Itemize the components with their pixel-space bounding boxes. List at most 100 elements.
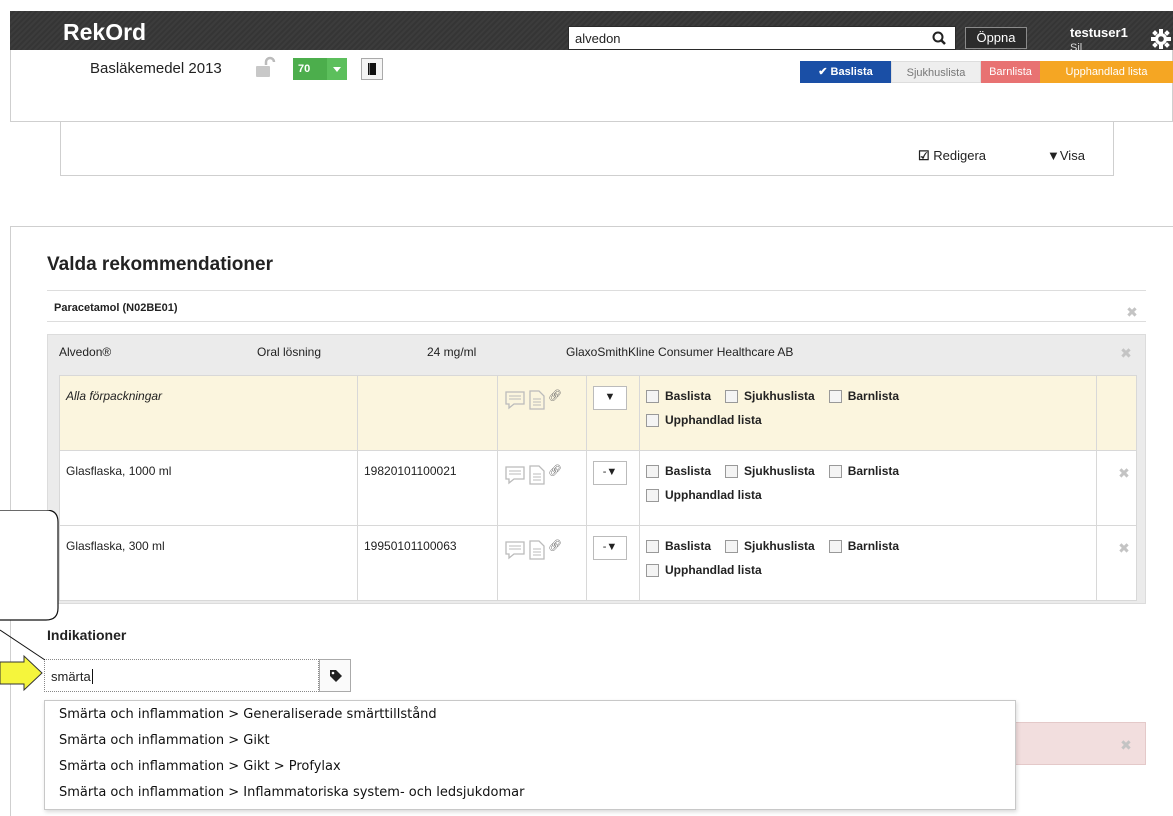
package-name: Glasflaska, 1000 ml <box>59 450 358 526</box>
show-button[interactable]: ▼Visa <box>1047 148 1085 163</box>
close-icon[interactable]: ✖ <box>1120 738 1132 752</box>
comment-icon[interactable] <box>504 464 526 489</box>
show-label: Visa <box>1059 148 1085 163</box>
count-value: 70 <box>298 63 311 75</box>
package-name: Glasflaska, 300 ml <box>59 525 358 601</box>
comment-icon[interactable] <box>504 389 526 414</box>
autocomplete-list: Smärta och inflammation > Generaliserade… <box>44 700 1016 810</box>
search-input[interactable]: alvedon <box>568 26 956 50</box>
status-select[interactable]: ▼ <box>593 386 627 410</box>
caret-down-icon: ▼ <box>1047 148 1060 163</box>
checkbox-baslista[interactable] <box>646 464 659 478</box>
close-icon[interactable]: ✖ <box>1118 541 1130 555</box>
text-cursor <box>91 669 93 684</box>
document-icon[interactable] <box>528 539 546 564</box>
status-select[interactable]: -▼ <box>593 536 627 560</box>
tab-barnlista[interactable]: Barnlista <box>981 61 1040 83</box>
checkbox-label: Baslista <box>665 464 712 478</box>
unlock-icon[interactable] <box>255 56 277 80</box>
status-select-cell: ▼ <box>586 375 640 451</box>
gear-icon[interactable] <box>1150 28 1172 50</box>
checkbox-label: Barnlista <box>847 464 900 478</box>
indication-input[interactable]: smärta <box>44 659 319 692</box>
package-nr: 19820101100021 <box>357 450 498 526</box>
checkbox-barnlista[interactable] <box>828 464 842 478</box>
caret-down-icon: ▼ <box>604 391 616 403</box>
drug-strength: 24 mg/ml <box>427 345 477 359</box>
row-action <box>1096 375 1137 451</box>
username[interactable]: testuser1 <box>1070 25 1128 40</box>
link-icon[interactable]: 🔗︎ <box>548 464 562 477</box>
status-select[interactable]: -▼ <box>593 461 627 485</box>
checkbox-label: Sjukhuslista <box>744 539 815 553</box>
status-select-cell: -▼ <box>586 450 640 526</box>
document-icon[interactable] <box>528 464 546 489</box>
list-item[interactable]: Smärta och inflammation > Generaliserade… <box>59 707 437 722</box>
drug-company: GlaxoSmithKline Consumer Healthcare AB <box>566 345 794 359</box>
checkbox-barnlista[interactable] <box>828 389 842 403</box>
count-dropdown-button[interactable] <box>327 58 347 80</box>
list-title: Basläkemedel 2013 <box>90 60 222 77</box>
tab-baslista[interactable]: ✔ Baslista <box>800 61 891 83</box>
substance-label: Paracetamol (N02BE01) <box>54 302 178 314</box>
drug-name: Alvedon® <box>59 345 112 359</box>
package-name: Alla förpackningar <box>59 375 358 451</box>
book-icon[interactable] <box>361 58 383 80</box>
substance-header <box>47 290 1146 322</box>
checkbox-upphandlad[interactable] <box>646 488 659 502</box>
checkbox-label: Upphandlad lista <box>665 413 762 427</box>
checkbox-upphandlad[interactable] <box>646 413 659 427</box>
checkbox-sjukhuslista[interactable] <box>725 464 739 478</box>
checkbox-barnlista[interactable] <box>828 539 842 553</box>
close-icon[interactable]: ✖ <box>1120 346 1132 360</box>
checkbox-baslista[interactable] <box>646 539 659 553</box>
document-icon[interactable] <box>528 389 546 414</box>
caret-down-icon: ▼ <box>606 541 618 553</box>
close-icon[interactable]: ✖ <box>1126 305 1138 319</box>
edit-button[interactable]: ☑ Redigera <box>918 148 986 164</box>
status-select-cell: -▼ <box>586 525 640 601</box>
edit-icon: ☑ <box>918 148 930 163</box>
callout-arrow <box>0 510 59 692</box>
package-nr <box>357 375 498 451</box>
checkbox-sjukhuslista[interactable] <box>725 539 739 553</box>
edit-label: Redigera <box>933 148 987 163</box>
table-row: Alla förpackningar 🔗︎ ▼ Baslista Sjukhus… <box>59 375 1137 451</box>
table-row: Glasflaska, 1000 ml 19820101100021 🔗︎ -▼… <box>59 450 1137 526</box>
search-icon[interactable] <box>930 30 950 48</box>
package-icons: 🔗︎ <box>497 375 587 451</box>
page-title: Valda rekommendationer <box>47 254 273 275</box>
list-item[interactable]: Smärta och inflammation > Gikt <box>59 733 270 748</box>
close-icon[interactable]: ✖ <box>1118 466 1130 480</box>
link-icon[interactable]: 🔗︎ <box>548 539 562 552</box>
tag-icon[interactable] <box>319 659 351 692</box>
app-logo[interactable]: RekOrd <box>63 19 146 46</box>
checkbox-label: Upphandlad lista <box>665 563 762 577</box>
list-checkboxes: Baslista Sjukhuslista Barnlista Upphandl… <box>639 525 1097 601</box>
package-icons: 🔗︎ <box>497 450 587 526</box>
tab-sjukhuslista[interactable]: Sjukhuslista <box>891 61 981 83</box>
checkbox-label: Baslista <box>665 389 712 403</box>
checkbox-label: Sjukhuslista <box>744 464 815 478</box>
checkbox-baslista[interactable] <box>646 389 659 403</box>
comment-icon[interactable] <box>504 539 526 564</box>
open-button[interactable]: Öppna <box>965 27 1027 49</box>
checkbox-label: Barnlista <box>847 539 900 553</box>
checkbox-label: Barnlista <box>847 389 900 403</box>
tab-baslista-label: Baslista <box>830 66 873 78</box>
checkbox-upphandlad[interactable] <box>646 563 659 577</box>
package-nr: 19950101100063 <box>357 525 498 601</box>
package-icons: 🔗︎ <box>497 525 587 601</box>
checkbox-label: Upphandlad lista <box>665 488 762 502</box>
list-checkboxes: Baslista Sjukhuslista Barnlista Upphandl… <box>639 450 1097 526</box>
checkbox-label: Sjukhuslista <box>744 389 815 403</box>
link-icon[interactable]: 🔗︎ <box>548 389 562 402</box>
caret-down-icon: ▼ <box>606 466 618 478</box>
package-table: Alla förpackningar 🔗︎ ▼ Baslista Sjukhus… <box>59 375 1137 601</box>
list-checkboxes: Baslista Sjukhuslista Barnlista Upphandl… <box>639 375 1097 451</box>
list-item[interactable]: Smärta och inflammation > Inflammatorisk… <box>59 785 524 800</box>
list-item[interactable]: Smärta och inflammation > Gikt > Profyla… <box>59 759 341 774</box>
row-action: ✖ <box>1096 450 1137 526</box>
checkbox-sjukhuslista[interactable] <box>725 389 739 403</box>
tab-upphandlad[interactable]: Upphandlad lista <box>1040 61 1173 83</box>
